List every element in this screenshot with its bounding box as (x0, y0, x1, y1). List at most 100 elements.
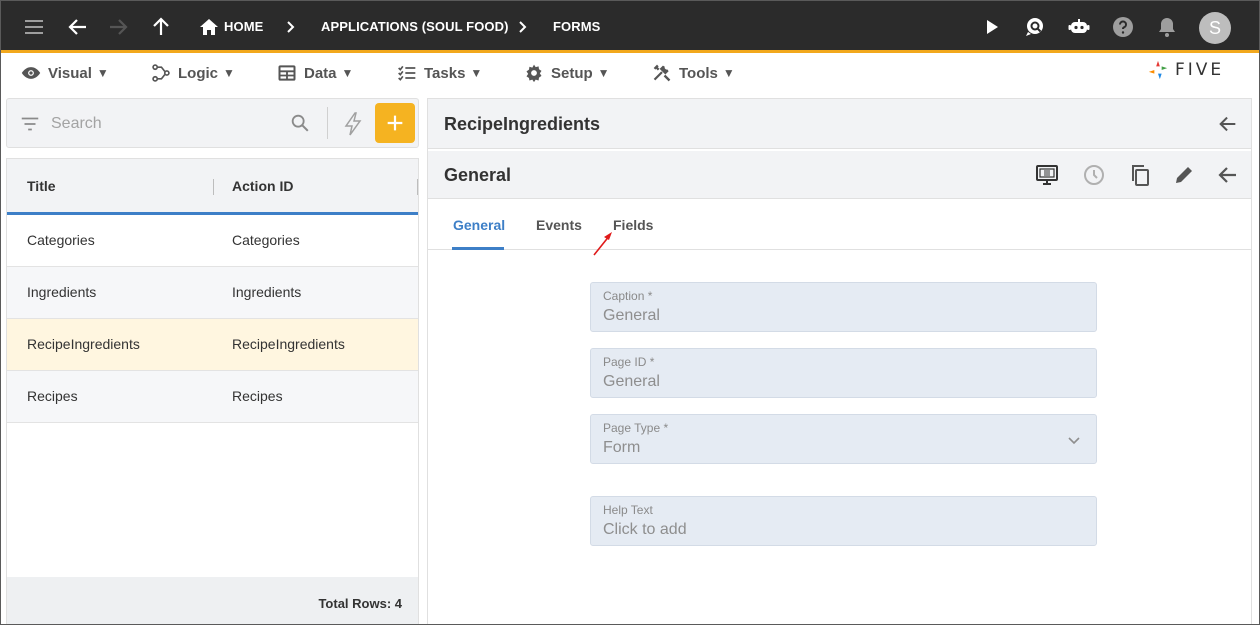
user-avatar[interactable]: S (1199, 12, 1231, 44)
breadcrumb-application[interactable]: APPLICATIONS (SOUL FOOD) (321, 19, 509, 34)
tab-general[interactable]: General (453, 217, 505, 233)
chevron-right-icon (287, 21, 295, 33)
divider (327, 107, 328, 139)
menu-bar: Visual ▼ Logic ▼ Data ▼ Tasks ▼ Setup ▼ Tools… (1, 56, 1259, 89)
detail-header: RecipeIngredients (428, 99, 1251, 149)
table-row[interactable]: Categories Categories (7, 215, 418, 267)
row-title: Ingredients (27, 284, 97, 300)
caret-down-icon: ▼ (223, 66, 235, 80)
tools-icon (653, 64, 671, 82)
chevron-right-icon (519, 21, 527, 33)
search-input[interactable] (51, 113, 281, 135)
back-arrow-icon[interactable] (1217, 113, 1239, 135)
five-logo-mark-icon (1148, 60, 1168, 80)
edit-pencil-icon[interactable] (1172, 163, 1196, 187)
lightning-icon[interactable] (341, 111, 365, 137)
table-row-selected[interactable]: RecipeIngredients RecipeIngredients (7, 319, 418, 371)
menu-tools-label: Tools (679, 64, 718, 82)
caret-down-icon: ▼ (470, 66, 483, 80)
copy-icon[interactable] (1128, 163, 1152, 187)
row-action-id: Ingredients (232, 284, 302, 300)
row-title: RecipeIngredients (27, 336, 140, 352)
row-action-id: Categories (232, 232, 300, 248)
forward-arrow-icon[interactable] (106, 15, 130, 39)
add-button[interactable] (375, 103, 415, 143)
help-text-label: Help Text (603, 503, 653, 517)
page-type-value: Form (603, 439, 641, 456)
gear-icon (526, 64, 542, 83)
app-window: HOME APPLICATIONS (SOUL FOOD) FORMS S Vi… (0, 0, 1260, 625)
row-title: Categories (27, 232, 95, 248)
history-clock-icon[interactable] (1082, 163, 1106, 187)
tab-events[interactable]: Events (536, 217, 582, 233)
detail-title: RecipeIngredients (444, 114, 601, 134)
caption-value: General (603, 307, 660, 324)
search-chat-icon[interactable] (1023, 15, 1047, 39)
plus-icon (387, 115, 403, 131)
search-bar (6, 98, 419, 148)
column-header-title[interactable]: Title (27, 178, 56, 194)
menu-tools[interactable]: Tools ▼ (652, 62, 735, 84)
filter-icon[interactable] (19, 113, 41, 135)
page-id-value: General (603, 373, 660, 390)
back-arrow-icon[interactable] (66, 15, 90, 39)
top-bar: HOME APPLICATIONS (SOUL FOOD) FORMS S (1, 1, 1259, 53)
column-header-action-id[interactable]: Action ID (232, 178, 293, 194)
menu-tasks-label: Tasks (424, 64, 466, 82)
page-id-label: Page ID * (603, 355, 655, 369)
menu-tasks[interactable]: Tasks ▼ (397, 62, 482, 84)
row-title: Recipes (27, 388, 78, 404)
search-icon[interactable] (289, 112, 311, 134)
caption-label: Caption * (603, 289, 653, 303)
form-header: General (428, 151, 1251, 199)
menu-visual[interactable]: Visual ▼ (21, 62, 109, 84)
page-type-label: Page Type * (603, 421, 669, 435)
form-title: General (444, 165, 512, 185)
active-tab-indicator (452, 247, 504, 250)
row-action-id: Recipes (232, 388, 283, 404)
row-action-id: RecipeIngredients (232, 336, 345, 352)
caret-down-icon: ▼ (597, 66, 610, 80)
forms-list: Title Action ID Categories Categories In… (6, 158, 419, 624)
table-row[interactable]: Ingredients Ingredients (7, 267, 418, 319)
up-arrow-icon[interactable] (149, 15, 173, 39)
page-id-field[interactable]: Page ID * General (590, 348, 1097, 398)
back-arrow-icon[interactable] (1216, 163, 1240, 187)
menu-logic-label: Logic (178, 64, 218, 82)
tasks-icon (398, 65, 416, 81)
hamburger-menu-icon[interactable] (22, 15, 46, 39)
column-divider (213, 179, 214, 195)
tab-fields[interactable]: Fields (613, 217, 653, 233)
help-text-value: Click to add (603, 521, 687, 538)
play-icon[interactable] (980, 15, 1004, 39)
bell-icon[interactable] (1155, 15, 1179, 39)
menu-data-label: Data (304, 64, 337, 82)
chevron-down-icon (1068, 437, 1080, 445)
menu-visual-label: Visual (48, 64, 92, 82)
list-footer: Total Rows: 4 (7, 577, 418, 624)
table-row[interactable]: Recipes Recipes (7, 371, 418, 423)
page-type-select[interactable]: Page Type * Form (590, 414, 1097, 464)
table-icon (278, 65, 296, 81)
total-rows: Total Rows: 4 (318, 596, 402, 611)
menu-logic[interactable]: Logic ▼ (151, 62, 235, 84)
annotation-arrow-icon (593, 232, 612, 256)
help-icon[interactable] (1111, 15, 1135, 39)
tab-bar: General Events Fields (428, 200, 1251, 250)
caret-down-icon: ▼ (722, 66, 735, 80)
breadcrumb-forms[interactable]: FORMS (553, 19, 600, 34)
menu-data[interactable]: Data ▼ (277, 62, 353, 84)
menu-setup[interactable]: Setup ▼ (524, 62, 610, 84)
home-icon[interactable] (197, 15, 221, 39)
caption-field[interactable]: Caption * General (590, 282, 1097, 332)
breadcrumb-home[interactable]: HOME (224, 19, 263, 34)
eye-icon (21, 67, 41, 79)
chatbot-icon[interactable] (1067, 15, 1091, 39)
five-logo: FIVE (1147, 58, 1237, 82)
help-text-field[interactable]: Help Text Click to add (590, 496, 1097, 546)
list-header: Title Action ID (7, 159, 418, 215)
preview-monitor-icon[interactable] (1035, 163, 1059, 187)
logic-icon (152, 64, 170, 82)
logo-text: FIVE (1175, 60, 1225, 80)
caret-down-icon: ▼ (341, 66, 354, 80)
